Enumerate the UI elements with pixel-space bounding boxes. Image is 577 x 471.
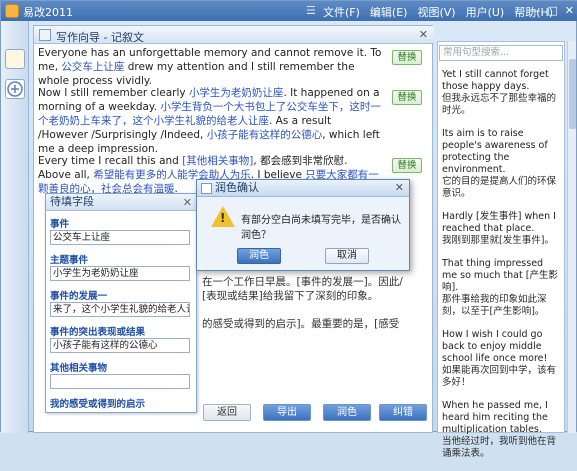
doc-line-3: 的感受或得到的启示]。最重要的是，[感受 xyxy=(202,318,400,330)
sentence-zh: 我刚到那里就[发生事件]。 xyxy=(442,235,554,246)
field-label: 其他相关事物 xyxy=(50,363,108,374)
list-item[interactable]: Hardly [发生事件] when I reached that place.… xyxy=(442,211,558,247)
fill-panel-close-icon[interactable]: ✕ xyxy=(183,196,192,209)
document-icon xyxy=(39,29,51,41)
paragraph-2: Now I still remember clearly 小学生为老奶奶让座. … xyxy=(38,86,383,156)
sentence-en: That thing impressed me so much that [产生… xyxy=(442,258,558,293)
sentence-zh: 如果能再次回到中学，该有多好！ xyxy=(442,365,557,388)
app-logo-icon xyxy=(5,4,19,18)
para2-field[interactable]: 小学生为老奶奶让座 xyxy=(189,87,284,99)
sentence-zh: 那件事给我的印象如此深刻，以至于[产生影响]。 xyxy=(442,294,547,317)
field-label: 主题事件 xyxy=(50,255,89,266)
polish-button[interactable]: 润色 xyxy=(323,404,371,421)
para2-field3[interactable]: 小孩子能有这样的公德心 xyxy=(207,129,323,141)
close-icon[interactable]: ✕ xyxy=(565,4,574,17)
menu-user[interactable]: 用户(U) xyxy=(466,4,505,20)
field-input[interactable]: 小孩子能有这样的公德心 xyxy=(50,338,190,353)
list-item[interactable]: Yet I still cannot forget those happy da… xyxy=(442,69,558,117)
field-label: 事件 xyxy=(50,219,70,230)
paragraph-1: Everyone has an unforgettable memory and… xyxy=(38,46,383,88)
list-item[interactable]: Its aim is to raise people's awareness o… xyxy=(442,128,558,200)
fill-panel-title: 待填字段 xyxy=(46,194,196,211)
replace-button-1[interactable]: 替换 xyxy=(392,50,422,65)
list-item[interactable]: That thing impressed me so much that [产生… xyxy=(442,258,558,318)
field-label: 事件的突出表现或结果 xyxy=(50,327,146,338)
menu-file[interactable]: 文件(F) xyxy=(323,4,360,20)
plus-icon[interactable] xyxy=(5,79,25,99)
sentence-zh: 但我永远忘不了那些幸福的时光。 xyxy=(442,93,557,116)
para3-field[interactable]: [其他相关事物] xyxy=(182,155,253,167)
sentence-en: When he passed me, I heard him reciting … xyxy=(442,400,548,435)
para1-field[interactable]: 公交车上让座 xyxy=(61,61,124,73)
document-close-icon[interactable]: ✕ xyxy=(419,28,428,41)
dialog-ok-button[interactable]: 润色 xyxy=(237,248,281,264)
sentence-en: Its aim is to raise people's awareness o… xyxy=(442,128,548,175)
menu-toggle-icon[interactable]: ☰ xyxy=(306,4,316,17)
app-title: 易改2011 xyxy=(23,6,73,19)
menu-bar: 文件(F) 编辑(E) 视图(V) 用户(U) 帮助(H) xyxy=(323,4,553,20)
sentence-search-input[interactable]: 常用句型搜索... xyxy=(439,45,563,61)
para3-text: Every time I recall this and xyxy=(38,155,183,167)
field-input[interactable]: 小学生为老奶奶让座 xyxy=(50,266,190,281)
sentence-en: How I wish I could go back to enjoy midd… xyxy=(442,329,548,364)
dialog-cancel-button[interactable]: 取消 xyxy=(325,248,369,264)
maximize-icon[interactable]: □ xyxy=(547,4,557,17)
document-title: 写作向导 - 记叙文 xyxy=(56,31,144,44)
list-item[interactable]: When he passed me, I heard him reciting … xyxy=(442,400,558,460)
polish-confirm-dialog: 润色确认 ✕ ! 有部分空白尚未填写完毕，是否确认润色？ 润色 取消 xyxy=(196,179,410,271)
sentence-zh: 它的目的是提高人们的环保意识。 xyxy=(442,176,557,199)
dialog-close-icon[interactable]: ✕ xyxy=(395,181,404,194)
field-input[interactable] xyxy=(50,374,190,389)
dialog-icon xyxy=(201,183,212,194)
doc-line-1: 在一个工作日早晨。[事件的发展一]。因此/ xyxy=(202,276,403,288)
para2-text: Now I still remember clearly xyxy=(38,87,189,99)
replace-button-3[interactable]: 替换 xyxy=(392,158,422,173)
proofread-button[interactable]: 纠错 xyxy=(379,404,427,421)
app-title-bar: 易改2011 ☰ 文件(F) 编辑(E) 视图(V) 用户(U) 帮助(H) —… xyxy=(1,1,577,21)
sentence-en: Yet I still cannot forget those happy da… xyxy=(442,69,549,92)
list-item[interactable]: How I wish I could go back to enjoy midd… xyxy=(442,329,558,389)
window-controls: — □ ✕ xyxy=(529,4,574,17)
notepad-icon[interactable] xyxy=(5,49,25,69)
replace-button-2[interactable]: 替换 xyxy=(392,90,422,105)
menu-view[interactable]: 视图(V) xyxy=(417,4,455,20)
app-window: 易改2011 ☰ 文件(F) 编辑(E) 视图(V) 用户(U) 帮助(H) —… xyxy=(0,0,577,459)
scrollbar-thumb[interactable] xyxy=(569,59,576,129)
export-button[interactable]: 导出 xyxy=(263,404,311,421)
sentence-zh: 当他经过时，我听到他在背诵乘法表。 xyxy=(442,436,557,459)
field-input[interactable]: 公交车上让座 xyxy=(50,230,190,245)
warning-icon: ! xyxy=(211,206,235,227)
sentence-scrollbar[interactable] xyxy=(567,41,576,433)
fill-fields-panel: 待填字段 ✕ 事件 公交车上让座 主题事件 小学生为老奶奶让座 事件的发展一 来… xyxy=(45,193,197,413)
field-label: 事件的发展一 xyxy=(50,291,108,302)
field-input[interactable]: 来了，这个小学生礼貌的给老人让座 xyxy=(50,302,190,317)
doc-line-2: [表现或结果]给我留下了深刻的印象。 xyxy=(202,290,379,302)
field-label: 我的感受或得到的启示 xyxy=(50,399,146,410)
minimize-icon[interactable]: — xyxy=(529,4,540,17)
dialog-title: 润色确认 xyxy=(197,180,409,197)
menu-edit[interactable]: 编辑(E) xyxy=(370,4,408,20)
left-toolbar xyxy=(1,21,29,433)
document-title-bar: 写作向导 - 记叙文 ✕ xyxy=(34,26,434,44)
dialog-message: 有部分空白尚未填写完毕，是否确认润色？ xyxy=(241,215,401,241)
sentence-list: Yet I still cannot forget those happy da… xyxy=(442,69,558,471)
sentence-en: Hardly [发生事件] when I reached that place. xyxy=(442,211,556,234)
back-button[interactable]: 返回 xyxy=(203,404,251,421)
